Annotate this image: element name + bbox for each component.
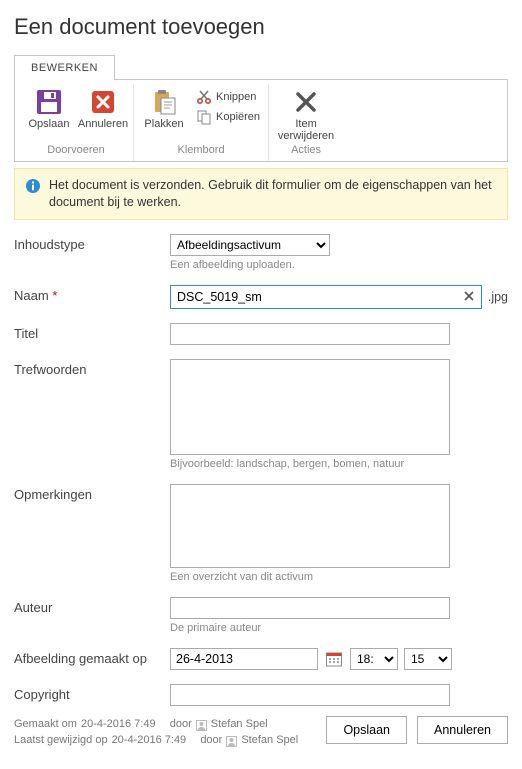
cancel-button-label: Annuleren [78, 118, 128, 130]
label-trefwoorden: Trefwoorden [14, 359, 170, 377]
date-input[interactable] [170, 648, 318, 670]
created-prefix: Gemaakt om [14, 716, 77, 733]
required-marker: * [52, 288, 57, 303]
label-naam: Naam * [14, 285, 170, 303]
modified-by-label: door [200, 732, 222, 749]
delete-item-label-2: verwijderen [278, 130, 334, 142]
info-icon [25, 178, 41, 194]
footer: Gemaakt om 20-4-2016 7:49 door Stefan Sp… [14, 716, 508, 749]
copyright-input[interactable] [170, 684, 450, 706]
ribbon-group-doorvoeren-label: Doorvoeren [25, 142, 127, 159]
save-icon [35, 88, 63, 116]
date-picker-button[interactable] [324, 649, 344, 669]
ribbon-group-klembord: Plakken Knippen Kopiëren [134, 84, 269, 161]
info-banner: Het document is verzonden. Gebruik dit f… [14, 168, 508, 220]
created-by-label: door [170, 716, 192, 733]
cancel-icon [89, 88, 117, 116]
label-titel: Titel [14, 323, 170, 341]
ribbon: Opslaan Annuleren Doorvoeren Plak [14, 80, 508, 162]
properties-form: Inhoudstype Afbeeldingsactivum Een afbee… [14, 234, 508, 706]
help-trefwoorden: Bijvoorbeeld: landschap, bergen, bomen, … [170, 458, 508, 470]
auteur-input[interactable] [170, 597, 450, 619]
titel-input[interactable] [170, 323, 450, 345]
cancel-button[interactable]: Annuleren [79, 86, 127, 130]
copy-icon [196, 109, 212, 125]
cut-icon [196, 89, 212, 105]
user-icon [226, 736, 237, 747]
ribbon-group-doorvoeren: Opslaan Annuleren Doorvoeren [19, 84, 134, 161]
clear-name-button[interactable] [460, 287, 478, 305]
opmerkingen-textarea[interactable] [170, 484, 450, 568]
label-copyright: Copyright [14, 684, 170, 702]
save-button[interactable]: Opslaan [25, 86, 73, 130]
minute-select[interactable]: 15 [404, 648, 452, 670]
ribbon-group-klembord-label: Klembord [140, 142, 262, 159]
help-inhoudstype: Een afbeelding uploaden. [170, 259, 508, 271]
file-extension: .jpg [488, 290, 508, 304]
hour-select[interactable]: 18: [350, 648, 398, 670]
help-opmerkingen: Een overzicht van dit activum [170, 571, 508, 583]
paste-icon [150, 88, 178, 116]
cut-button-label: Knippen [216, 91, 256, 103]
cut-button[interactable]: Knippen [194, 88, 262, 106]
modified-prefix: Laatst gewijzigd op [14, 732, 108, 749]
created-datetime: 20-4-2016 7:49 [81, 716, 156, 733]
label-inhoudstype: Inhoudstype [14, 234, 170, 252]
form-save-button[interactable]: Opslaan [326, 716, 407, 744]
save-button-label: Opslaan [29, 118, 70, 130]
paste-button-label: Plakken [144, 118, 183, 130]
delete-item-button[interactable]: Item verwijderen [275, 86, 337, 142]
user-icon [196, 720, 207, 731]
label-auteur: Auteur [14, 597, 170, 615]
label-opmerkingen: Opmerkingen [14, 484, 170, 502]
calendar-icon [325, 650, 343, 668]
ribbon-group-acties-label: Acties [275, 142, 337, 159]
naam-input[interactable] [170, 285, 482, 309]
info-banner-text: Het document is verzonden. Gebruik dit f… [49, 177, 497, 211]
paste-button[interactable]: Plakken [140, 86, 188, 130]
close-icon [464, 291, 474, 301]
label-afbeelding-gemaakt-op: Afbeelding gemaakt op [14, 648, 170, 666]
delete-item-label-1: Item [295, 118, 316, 130]
help-auteur: De primaire auteur [170, 622, 508, 634]
ribbon-tabstrip: BEWERKEN [14, 54, 508, 80]
modified-user: Stefan Spel [241, 732, 298, 749]
page-title: Een document toevoegen [14, 14, 508, 40]
tab-bewerken[interactable]: BEWERKEN [14, 55, 115, 80]
created-user: Stefan Spel [211, 716, 268, 733]
modified-datetime: 20-4-2016 7:49 [112, 732, 187, 749]
copy-button[interactable]: Kopiëren [194, 108, 262, 126]
form-cancel-button[interactable]: Annuleren [417, 716, 508, 744]
metadata: Gemaakt om 20-4-2016 7:49 door Stefan Sp… [14, 716, 298, 749]
ribbon-group-acties: Item verwijderen Acties [269, 84, 343, 161]
copy-button-label: Kopiëren [216, 111, 260, 123]
inhoudstype-select[interactable]: Afbeeldingsactivum [170, 234, 330, 256]
delete-icon [292, 88, 320, 116]
trefwoorden-textarea[interactable] [170, 359, 450, 455]
